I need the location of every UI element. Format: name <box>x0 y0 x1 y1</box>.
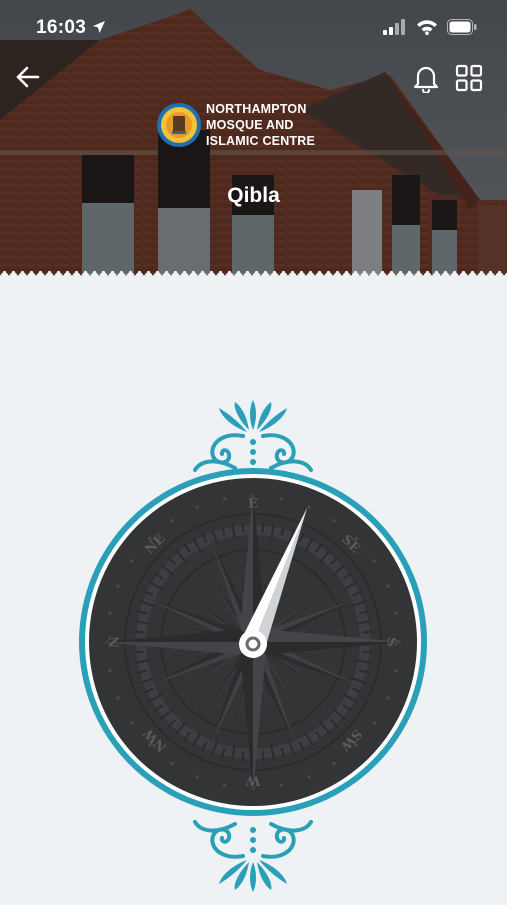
compass-label: N <box>108 636 123 648</box>
compass-dot <box>372 721 376 725</box>
compass-label: W <box>245 773 261 788</box>
location-arrow-icon <box>93 21 105 33</box>
menu-grid-button[interactable] <box>455 64 483 92</box>
compass-dot <box>195 505 199 509</box>
compass-dot <box>394 668 398 673</box>
compass-dot <box>332 761 336 765</box>
compass-tick <box>241 751 245 762</box>
mosque-name-line-2: Mosque and <box>206 118 294 132</box>
compass-dot <box>116 584 120 588</box>
compass-dot <box>195 775 199 779</box>
header-banner: 16:03 NORTHAMPTON MOSQUE AND ISLAMIC CEN… <box>0 0 507 278</box>
compass-label: E <box>248 497 258 512</box>
grid-icon <box>455 64 483 92</box>
compass-tick <box>362 650 373 654</box>
mosque-name: Northampton Mosque and Islamic Centre <box>206 101 321 149</box>
compass-dot <box>307 775 311 779</box>
top-ornament <box>193 400 313 472</box>
compass-dot <box>222 783 227 787</box>
compass-dot <box>116 696 120 700</box>
wifi-icon <box>417 20 437 35</box>
compass-dot <box>386 584 390 588</box>
compass-dot <box>307 505 311 509</box>
compass-dot <box>170 519 174 523</box>
compass-tick <box>241 522 245 533</box>
compass-dot <box>386 696 390 700</box>
bottom-ornament <box>193 820 313 892</box>
compass-dot <box>170 761 174 765</box>
mosque-name-line-1: Northampton <box>206 102 307 116</box>
compass-tick <box>133 650 144 654</box>
compass-dot <box>372 559 376 563</box>
compass-tick <box>133 630 144 634</box>
compass-dot <box>130 559 134 563</box>
compass-dot <box>332 519 336 523</box>
cellular-signal-icon <box>383 19 405 35</box>
notifications-button[interactable] <box>412 63 440 93</box>
compass-dot <box>108 611 112 616</box>
back-button[interactable] <box>14 63 42 91</box>
compass-dot <box>222 497 227 501</box>
compass-dot <box>279 783 284 787</box>
compass-dot <box>394 611 398 616</box>
compass-dot <box>279 497 284 501</box>
compass-tick <box>261 522 265 533</box>
mosque-name-line-3: Islamic Centre <box>206 134 316 148</box>
qibla-compass: E SE S SW W NW N NE <box>0 392 507 900</box>
compass-dot <box>108 668 112 673</box>
battery-icon <box>447 19 477 35</box>
page-title: Qibla <box>227 184 280 207</box>
compass-dial: ESESSWWNWNNE <box>79 400 427 892</box>
scalloped-divider <box>0 270 507 282</box>
compass-label: S <box>384 637 399 646</box>
status-bar: 16:03 <box>0 0 507 56</box>
status-time: 16:03 <box>36 17 87 38</box>
arrow-left-icon <box>16 66 40 88</box>
compass-dot <box>130 721 134 725</box>
mosque-emblem-icon <box>157 103 201 147</box>
compass-tick <box>261 751 265 762</box>
bell-icon <box>413 66 439 93</box>
compass-tick <box>362 630 373 634</box>
mosque-logo: Northampton Mosque and Islamic Centre <box>156 100 321 150</box>
